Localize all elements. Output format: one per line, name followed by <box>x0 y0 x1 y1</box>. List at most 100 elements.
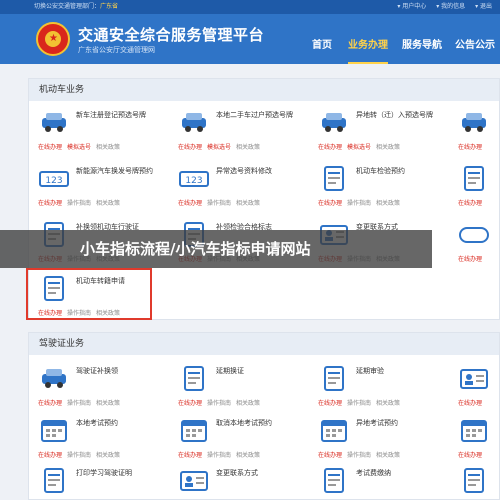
online-handle-link[interactable]: 在线办理 <box>38 452 62 459</box>
service-name: 打印学习驾驶证明 <box>76 469 132 477</box>
nav-service-guide[interactable]: 服务导航 <box>402 28 442 64</box>
online-handle-link[interactable]: 在线办理 <box>38 144 62 151</box>
service-tile[interactable] <box>450 462 500 500</box>
print-icon <box>38 466 70 496</box>
secondary-action-link[interactable]: 操作指南 <box>207 452 231 459</box>
svg-text:123: 123 <box>45 176 62 186</box>
policy-link[interactable]: 相关政策 <box>376 200 400 207</box>
policy-link[interactable]: 相关政策 <box>236 200 260 207</box>
contact-icon <box>178 466 210 496</box>
service-tile[interactable]: 变更联系方式 <box>170 462 308 500</box>
service-tile[interactable]: 驾驶证补换领 在线办理 操作指南 相关政策 <box>30 360 168 412</box>
top-bar: 切换公安交通管理部门：广东省 ▾ 用户中心 ▾ 我的信息 ▾ 退出 <box>0 0 500 14</box>
service-name: 异常选号资料修改 <box>216 167 272 175</box>
city-selector[interactable]: 广东省 <box>100 3 118 10</box>
online-handle-link[interactable]: 在线办理 <box>178 144 202 151</box>
nav-home[interactable]: 首页 <box>312 28 332 64</box>
service-tile[interactable]: 考试费缴纳 <box>310 462 448 500</box>
service-actions: 在线办理操作指南相关政策 <box>318 198 405 207</box>
overlay-banner: 小车指标流程/小汽车指标申请网站 <box>0 230 432 268</box>
online-handle-link[interactable]: 在线办理 <box>458 200 482 207</box>
secondary-action-link[interactable]: 模拟选号 <box>207 144 231 151</box>
policy-link[interactable]: 相关政策 <box>96 200 120 207</box>
policy-link[interactable]: 相关政策 <box>376 144 400 151</box>
calendar-icon <box>458 416 490 446</box>
policy-link[interactable]: 相关政策 <box>96 452 120 459</box>
service-tile[interactable]: 123 异常选号资料修改在线办理 操作指南 相关政策 <box>170 160 308 212</box>
payment-icon <box>318 466 350 496</box>
policy-link[interactable]: 相关政策 <box>376 400 400 407</box>
secondary-action-link[interactable]: 操作指南 <box>207 200 231 207</box>
user-center-link[interactable]: ▾ 用户中心 <box>397 3 426 10</box>
renew-icon <box>178 364 210 394</box>
service-tile[interactable]: 打印学习驾驶证明 <box>30 462 168 500</box>
online-handle-link[interactable]: 在线办理 <box>458 400 482 407</box>
service-tile[interactable]: 本地二手车过户预选号牌 在线办理 模拟选号 相关政策 <box>170 104 308 156</box>
secondary-action-link[interactable]: 操作指南 <box>207 400 231 407</box>
svg-text:123: 123 <box>185 176 202 186</box>
policy-link[interactable]: 相关政策 <box>96 144 120 151</box>
service-actions: 在线办理 <box>458 254 487 263</box>
document-icon <box>458 164 490 194</box>
service-tile[interactable]: 异地转（迁）入预选号牌在线办理 模拟选号 相关政策 <box>310 104 448 156</box>
secondary-action-link[interactable]: 操作指南 <box>347 400 371 407</box>
service-actions: 在线办理操作指南相关政策 <box>38 198 125 207</box>
online-handle-link[interactable]: 在线办理 <box>38 200 62 207</box>
service-tile[interactable]: 本地考试预约 在线办理 操作指南 相关政策 <box>30 412 168 464</box>
service-name: 异地考试预约 <box>356 419 398 427</box>
id-card-icon <box>38 108 70 138</box>
secondary-action-link[interactable]: 操作指南 <box>347 452 371 459</box>
online-handle-link[interactable]: 在线办理 <box>178 400 202 407</box>
online-handle-link[interactable]: 在线办理 <box>458 452 482 459</box>
service-actions: 在线办理 模拟选号 相关政策 <box>318 142 405 151</box>
service-tile[interactable]: 123 新能源汽车换发号牌预约 在线办理 操作指南 相关政策 <box>30 160 168 212</box>
secondary-action-link[interactable]: 模拟选号 <box>67 144 91 151</box>
service-actions: 在线办理操作指南相关政策 <box>178 398 265 407</box>
secondary-action-link[interactable]: 操作指南 <box>67 452 91 459</box>
online-handle-link[interactable]: 在线办理 <box>458 256 482 263</box>
service-tile[interactable]: 在线办理 <box>450 160 500 212</box>
service-tile[interactable]: 在线办理 <box>450 412 500 464</box>
service-name: 异地转（迁）入预选号牌 <box>356 111 433 119</box>
service-tile[interactable]: 异地考试预约在线办理 操作指南 相关政策 <box>310 412 448 464</box>
exempt-inspection-icon <box>458 220 490 250</box>
logout-link[interactable]: ▾ 退出 <box>475 3 492 10</box>
secondary-action-link[interactable]: 操作指南 <box>347 200 371 207</box>
service-tile[interactable]: 机动车检验预约 在线办理 操作指南 相关政策 <box>310 160 448 212</box>
service-tile[interactable]: 取消本地考试预约 在线办理 操作指南 相关政策 <box>170 412 308 464</box>
online-handle-link[interactable]: 在线办理 <box>458 144 482 151</box>
car-icon <box>458 108 490 138</box>
online-handle-link[interactable]: 在线办理 <box>318 452 342 459</box>
online-handle-link[interactable]: 在线办理 <box>178 452 202 459</box>
inspection-icon <box>318 164 350 194</box>
section-title: 机动车业务 <box>29 79 499 101</box>
policy-link[interactable]: 相关政策 <box>236 452 260 459</box>
service-tile[interactable]: 新车注册登记预选号牌在线办理 模拟选号 相关政策 <box>30 104 168 156</box>
online-handle-link[interactable]: 在线办理 <box>38 400 62 407</box>
service-tile[interactable]: 延期审验 在线办理 操作指南 相关政策 <box>310 360 448 412</box>
policy-link[interactable]: 相关政策 <box>376 452 400 459</box>
online-handle-link[interactable]: 在线办理 <box>178 200 202 207</box>
service-actions: 在线办理 模拟选号 相关政策 <box>38 142 125 151</box>
policy-link[interactable]: 相关政策 <box>236 400 260 407</box>
online-handle-link[interactable]: 在线办理 <box>318 200 342 207</box>
secondary-action-link[interactable]: 操作指南 <box>67 400 91 407</box>
service-tile[interactable]: 在线办理 <box>450 216 500 268</box>
service-tile[interactable]: 延期换证 在线办理 操作指南 相关政策 <box>170 360 308 412</box>
service-tile[interactable]: 在线办理 <box>450 360 500 412</box>
online-handle-link[interactable]: 在线办理 <box>318 400 342 407</box>
policy-link[interactable]: 相关政策 <box>236 144 260 151</box>
my-info-link[interactable]: ▾ 我的信息 <box>436 3 465 10</box>
new-energy-plate-icon: 123 <box>38 164 70 194</box>
nav-business[interactable]: 业务办理 <box>348 28 388 64</box>
service-name: 考试费缴纳 <box>356 469 391 477</box>
service-actions: 在线办理操作指南相关政策 <box>178 450 265 459</box>
calendar-icon <box>38 416 70 446</box>
nav-announcement[interactable]: 公告公示 <box>455 28 495 64</box>
service-name: 新车注册登记预选号牌 <box>76 111 146 119</box>
secondary-action-link[interactable]: 模拟选号 <box>347 144 371 151</box>
secondary-action-link[interactable]: 操作指南 <box>67 200 91 207</box>
service-tile[interactable]: 在线办理 <box>450 104 500 156</box>
policy-link[interactable]: 相关政策 <box>96 400 120 407</box>
online-handle-link[interactable]: 在线办理 <box>318 144 342 151</box>
